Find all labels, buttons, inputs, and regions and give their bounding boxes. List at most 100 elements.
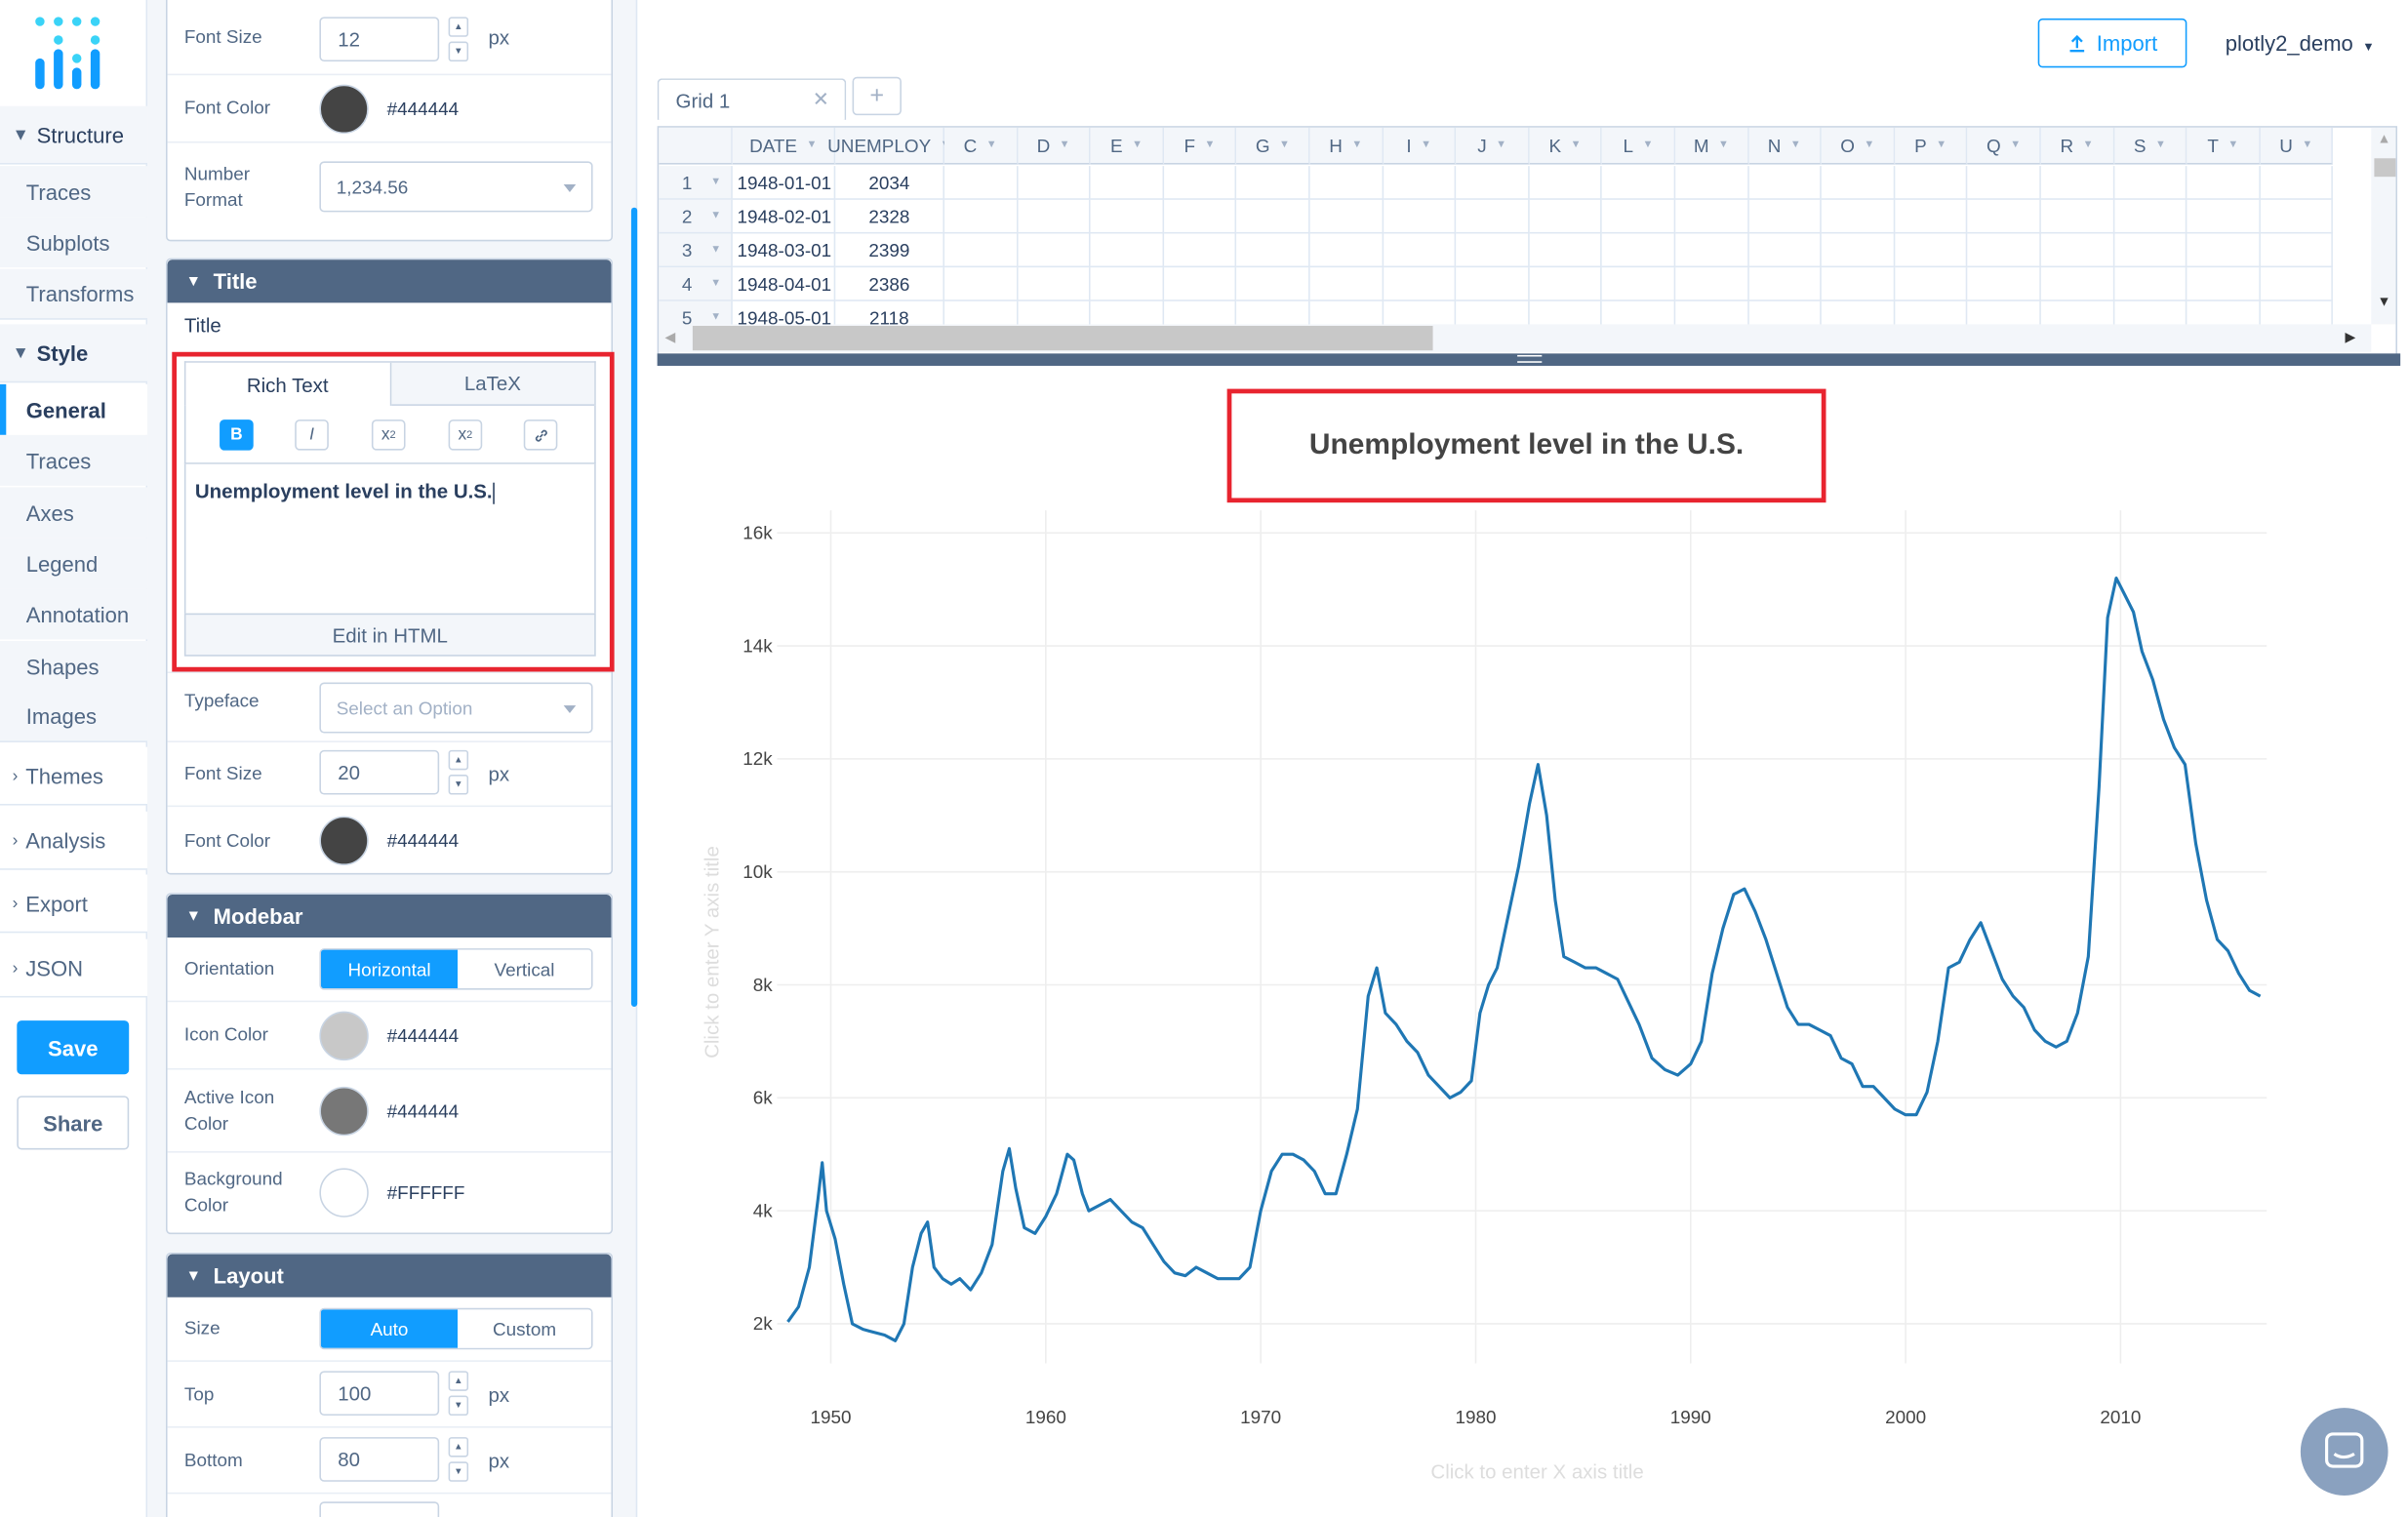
grid-column-header[interactable]: Q ▼ — [1967, 127, 2041, 165]
add-grid-button[interactable]: + — [852, 76, 902, 116]
grid-cell[interactable] — [1456, 166, 1530, 200]
row-number[interactable]: 3 ▼ — [659, 233, 733, 268]
grid-cell[interactable] — [1967, 233, 2041, 268]
close-icon[interactable]: ✕ — [813, 88, 829, 112]
nav-group-structure[interactable]: ▼ Structure — [0, 105, 148, 165]
grid-cell[interactable] — [1309, 199, 1384, 234]
nav-group-json[interactable]: › JSON — [0, 938, 148, 998]
grid-cell[interactable] — [1309, 166, 1384, 200]
title-text-area[interactable]: Unemployment level in the U.S. — [183, 463, 596, 614]
grid-cell[interactable] — [1236, 166, 1310, 200]
grid-cell[interactable] — [2260, 233, 2334, 268]
row-menu-icon[interactable]: ▼ — [710, 177, 721, 187]
grid-cell[interactable]: 1948-04-01 — [732, 267, 836, 301]
grid-column-header[interactable]: R ▼ — [2040, 127, 2114, 165]
font-size-input[interactable]: 12 — [319, 17, 440, 62]
margin-bottom-input[interactable]: 80 — [319, 1437, 440, 1482]
row-number[interactable]: 4 ▼ — [659, 267, 733, 301]
grid-cell[interactable]: 2328 — [835, 199, 945, 234]
nav-item-general[interactable]: General — [0, 383, 148, 435]
active-icon-color-swatch[interactable] — [319, 1086, 369, 1137]
grid-cell[interactable] — [1529, 199, 1603, 234]
grid-column-header[interactable]: DATE ▼ — [732, 127, 836, 165]
nav-group-export[interactable]: › Export — [0, 874, 148, 934]
superscript-button[interactable]: x2 — [448, 419, 483, 451]
column-menu-icon[interactable]: ▼ — [1496, 140, 1506, 150]
grid-cell[interactable] — [944, 166, 1018, 200]
grid-cell[interactable] — [1748, 199, 1823, 234]
grid-cell[interactable]: 1948-02-01 — [732, 199, 836, 234]
title-card-header[interactable]: ▼ Title — [167, 259, 612, 303]
column-menu-icon[interactable]: ▼ — [2155, 140, 2166, 150]
margin-bottom-stepper[interactable]: ▲ ▼ — [448, 1437, 469, 1482]
grid-cell[interactable] — [1236, 199, 1310, 234]
link-button[interactable] — [523, 419, 558, 451]
grid-cell[interactable] — [1529, 267, 1603, 301]
grid-tab[interactable]: Grid 1 ✕ — [657, 78, 847, 120]
row-menu-icon[interactable]: ▼ — [710, 211, 721, 221]
typeface-select[interactable]: Select an Option — [319, 682, 593, 734]
grid-column-header[interactable]: O ▼ — [1822, 127, 1895, 165]
user-menu[interactable]: plotly2_demo ▼ — [2226, 31, 2375, 56]
number-format-select[interactable]: 1,234.56 — [319, 161, 593, 213]
title-font-size-input[interactable]: 20 — [319, 749, 440, 795]
grid-cell[interactable] — [944, 233, 1018, 268]
grid-column-header[interactable]: L ▼ — [1602, 127, 1676, 165]
column-menu-icon[interactable]: ▼ — [1279, 140, 1290, 150]
grid-column-header[interactable]: E ▼ — [1090, 127, 1164, 165]
grid-cell[interactable] — [944, 267, 1018, 301]
size-auto[interactable]: Auto — [320, 1309, 459, 1348]
grid-cell[interactable]: 2399 — [835, 233, 945, 268]
grid-cell[interactable] — [2260, 166, 2334, 200]
title-font-size-stepper[interactable]: ▲ ▼ — [448, 749, 469, 795]
grid-cell[interactable] — [2260, 199, 2334, 234]
nav-group-themes[interactable]: › Themes — [0, 746, 148, 806]
edit-in-html-button[interactable]: Edit in HTML — [183, 613, 596, 657]
column-menu-icon[interactable]: ▼ — [1060, 140, 1070, 150]
bg-color-swatch[interactable] — [319, 1168, 369, 1218]
grid-cell[interactable] — [1383, 199, 1457, 234]
grid-cell[interactable] — [2040, 267, 2114, 301]
grid-cell[interactable] — [1602, 267, 1676, 301]
stepper-down-icon[interactable]: ▼ — [448, 775, 469, 795]
bold-button[interactable]: B — [220, 419, 254, 451]
italic-button[interactable]: I — [295, 419, 329, 451]
chat-widget-button[interactable] — [2300, 1408, 2388, 1496]
grid-column-header[interactable]: P ▼ — [1894, 127, 1968, 165]
grid-cell[interactable] — [1894, 267, 1968, 301]
import-button[interactable]: Import — [2037, 18, 2187, 68]
column-menu-icon[interactable]: ▼ — [2302, 140, 2312, 150]
save-button[interactable]: Save — [17, 1020, 130, 1075]
stepper-down-icon[interactable]: ▼ — [448, 1395, 469, 1417]
grid-cell[interactable] — [1017, 233, 1091, 268]
grid-cell[interactable] — [1236, 233, 1310, 268]
grid-column-header[interactable]: UNEMPLOY▼ — [827, 127, 951, 165]
grid-cell[interactable] — [1456, 267, 1530, 301]
font-size-stepper[interactable]: ▲ ▼ — [448, 17, 469, 62]
grid-cell[interactable] — [1090, 166, 1164, 200]
grid-column-header[interactable]: S ▼ — [2113, 127, 2187, 165]
share-button[interactable]: Share — [17, 1096, 130, 1150]
grid-cell[interactable] — [1309, 267, 1384, 301]
nav-item-images[interactable]: Images — [0, 691, 148, 742]
grid-column-header[interactable]: I ▼ — [1383, 127, 1457, 165]
grid-column-header[interactable]: G ▼ — [1236, 127, 1310, 165]
grid-cell[interactable] — [1894, 233, 1968, 268]
nav-item-annotation[interactable]: Annotation — [0, 588, 148, 640]
grid-cell[interactable] — [1163, 166, 1237, 200]
grid-cell[interactable] — [1383, 233, 1457, 268]
column-menu-icon[interactable]: ▼ — [1571, 140, 1582, 150]
grid-cell[interactable] — [1090, 233, 1164, 268]
row-menu-icon[interactable]: ▼ — [710, 245, 721, 256]
grid-cell[interactable] — [1309, 233, 1384, 268]
grid-cell[interactable] — [1017, 267, 1091, 301]
column-menu-icon[interactable]: ▼ — [2083, 140, 2094, 150]
stepper-up-icon[interactable]: ▲ — [448, 1371, 469, 1391]
grid-cell[interactable] — [1456, 233, 1530, 268]
grid-cell[interactable] — [1675, 199, 1749, 234]
column-menu-icon[interactable]: ▼ — [986, 140, 997, 150]
scroll-up-icon[interactable]: ▲ — [2378, 131, 2391, 146]
grid-column-header[interactable]: F ▼ — [1163, 127, 1237, 165]
grid-cell[interactable] — [1163, 199, 1237, 234]
grid-column-header[interactable]: T ▼ — [2187, 127, 2261, 165]
